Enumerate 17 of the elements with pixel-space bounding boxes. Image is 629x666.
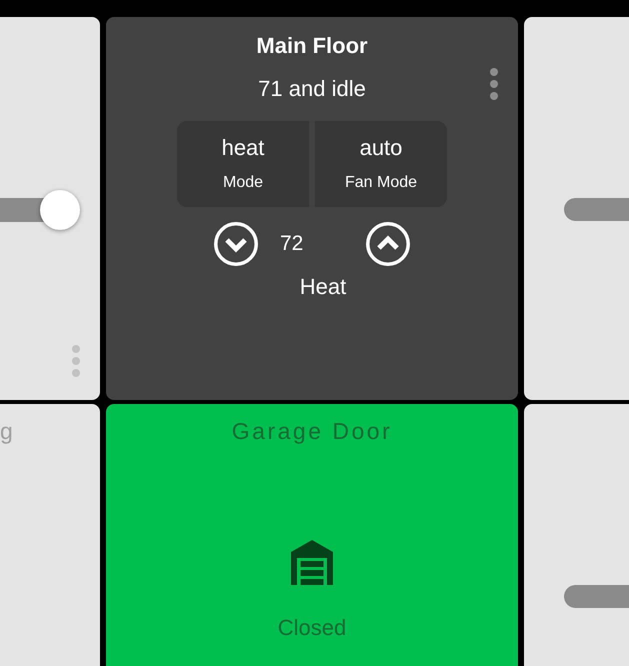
tile-title: g [0,417,15,446]
decrease-button[interactable] [214,222,258,266]
slider-track[interactable] [564,198,629,221]
mode-button[interactable]: heat Mode [177,121,309,207]
increase-button[interactable] [366,222,410,266]
garage-icon [291,540,333,585]
hvac-action-label: Heat [300,273,346,301]
state-text: Closed [278,614,346,642]
slider-thumb[interactable] [40,190,80,230]
tile-title: Garage Door [232,417,392,446]
mode-button[interactable]: auto Fan Mode [315,121,447,207]
slider[interactable] [0,190,80,230]
slider-track[interactable] [564,585,629,608]
tile-title: Main Floor [256,32,368,60]
menu-icon[interactable] [490,68,498,100]
setpoint-value: 72 [280,231,304,257]
status-text: 71 and idle [258,75,366,103]
